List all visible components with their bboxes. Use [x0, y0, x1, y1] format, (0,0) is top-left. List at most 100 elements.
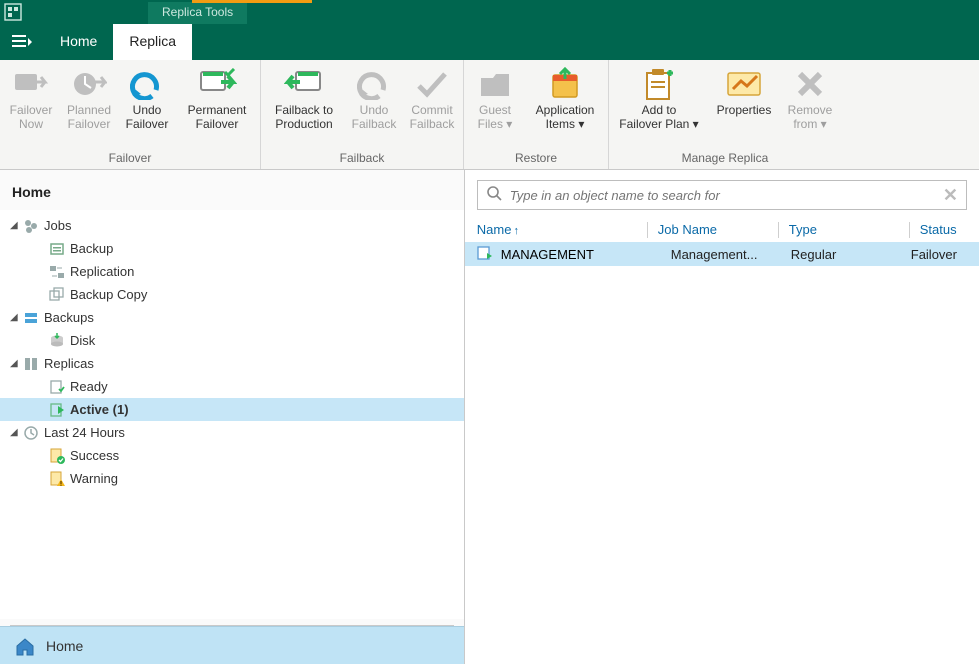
tree-node-backup[interactable]: Backup — [0, 237, 464, 260]
planned-failover-icon — [69, 64, 109, 104]
nav-footer-label: Home — [46, 638, 83, 654]
commit-failback-icon — [412, 64, 452, 104]
main-tab-bar: Home Replica — [0, 24, 979, 60]
tree-label: Backup — [70, 241, 113, 256]
permanent-failover-icon — [197, 64, 237, 104]
failback-to-production-icon — [284, 64, 324, 104]
tree-label: Jobs — [44, 218, 71, 233]
search-input[interactable] — [510, 188, 935, 203]
chevron-down-icon: ◢ — [10, 358, 22, 369]
title-bar: Replica Tools — [0, 0, 979, 24]
backup-icon — [48, 240, 66, 258]
add-to-failover-plan-icon — [639, 64, 679, 104]
tree-label: Active (1) — [70, 402, 129, 417]
properties-icon — [724, 64, 764, 104]
clear-search-button[interactable]: ✕ — [943, 185, 958, 206]
accent-strip — [192, 0, 312, 3]
ribbon-group-manage-replica: Add toFailover Plan ▾ Properties Removef… — [609, 60, 841, 169]
tree-label: Success — [70, 448, 119, 463]
tree-node-backups[interactable]: ◢ Backups — [0, 306, 464, 329]
left-pane: Home ◢ Jobs Backup Replication Backup Co… — [0, 170, 465, 664]
col-type[interactable]: Type — [789, 222, 909, 238]
tab-replica[interactable]: Replica — [113, 24, 192, 60]
tree-node-replicas[interactable]: ◢ Replicas — [0, 352, 464, 375]
remove-from-icon — [790, 64, 830, 104]
col-job-name[interactable]: Job Name — [658, 222, 778, 238]
cell-job: Management... — [671, 247, 791, 262]
undo-failback-icon — [354, 64, 394, 104]
undo-failover-icon — [127, 64, 167, 104]
cell-type: Regular — [791, 247, 911, 262]
tree-label: Disk — [70, 333, 95, 348]
nav-tree: ◢ Jobs Backup Replication Backup Copy ◢ … — [0, 210, 464, 619]
col-name[interactable]: Name↑ — [477, 222, 647, 238]
ribbon-group-label: Manage Replica — [682, 151, 769, 167]
planned-failover-button[interactable]: PlannedFailover — [64, 64, 114, 134]
tree-node-success[interactable]: Success — [0, 444, 464, 467]
guest-files-button[interactable]: GuestFiles ▾ — [470, 64, 520, 134]
cell-name: MANAGEMENT — [501, 247, 671, 262]
ribbon-group-label: Failback — [340, 151, 385, 167]
tree-label: Backups — [44, 310, 94, 325]
left-pane-header: Home — [0, 170, 464, 210]
tree-node-warning[interactable]: Warning — [0, 467, 464, 490]
grid-header: Name↑ Job Name Type Status — [465, 216, 979, 242]
backup-copy-icon — [48, 286, 66, 304]
remove-from-button[interactable]: Removefrom ▾ — [785, 64, 835, 134]
grid-row[interactable]: MANAGEMENT Management... Regular Failove… — [465, 242, 979, 266]
disk-icon — [48, 332, 66, 350]
application-items-button[interactable]: ApplicationItems ▾ — [528, 64, 602, 134]
ribbon-group-restore: GuestFiles ▾ ApplicationItems ▾ Restore — [464, 60, 609, 169]
nav-footer-home[interactable]: Home — [0, 626, 464, 664]
tree-node-last24[interactable]: ◢ Last 24 Hours — [0, 421, 464, 444]
tree-label: Backup Copy — [70, 287, 147, 302]
body: Home ◢ Jobs Backup Replication Backup Co… — [0, 170, 979, 664]
failover-now-icon — [11, 64, 51, 104]
contextual-tab-label: Replica Tools — [148, 2, 247, 24]
replicas-icon — [22, 355, 40, 373]
tree-label: Replicas — [44, 356, 94, 371]
ribbon-group-label: Failover — [109, 151, 152, 167]
chevron-down-icon: ◢ — [10, 427, 22, 438]
search-box: ✕ — [477, 180, 967, 210]
app-menu-button[interactable] — [0, 24, 44, 60]
ready-icon — [48, 378, 66, 396]
tree-node-active[interactable]: Active (1) — [0, 398, 464, 421]
add-to-failover-plan-button[interactable]: Add toFailover Plan ▾ — [615, 64, 703, 134]
search-icon — [486, 185, 502, 206]
app-icon — [0, 0, 26, 24]
failback-to-production-button[interactable]: Failback toProduction — [267, 64, 341, 134]
tree-label: Warning — [70, 471, 118, 486]
success-icon — [48, 447, 66, 465]
undo-failover-button[interactable]: UndoFailover — [122, 64, 172, 134]
home-icon — [14, 635, 36, 657]
permanent-failover-button[interactable]: PermanentFailover — [180, 64, 254, 134]
replication-icon — [48, 263, 66, 281]
jobs-icon — [22, 217, 40, 235]
application-items-icon — [545, 64, 585, 104]
vm-icon — [477, 245, 495, 263]
tree-node-jobs[interactable]: ◢ Jobs — [0, 214, 464, 237]
undo-failback-button[interactable]: UndoFailback — [349, 64, 399, 134]
right-pane: ✕ Name↑ Job Name Type Status MANAGEMENT … — [465, 170, 979, 664]
ribbon-group-failover: FailoverNow PlannedFailover UndoFailover… — [0, 60, 261, 169]
cell-status: Failover — [911, 247, 967, 262]
properties-button[interactable]: Properties — [711, 64, 777, 134]
ribbon-group-failback: Failback toProduction UndoFailback Commi… — [261, 60, 464, 169]
tree-node-replication[interactable]: Replication — [0, 260, 464, 283]
tree-node-disk[interactable]: Disk — [0, 329, 464, 352]
chevron-down-icon: ◢ — [10, 312, 22, 323]
tab-home[interactable]: Home — [44, 24, 113, 60]
failover-now-button[interactable]: FailoverNow — [6, 64, 56, 134]
tree-label: Replication — [70, 264, 134, 279]
commit-failback-button[interactable]: CommitFailback — [407, 64, 457, 134]
chevron-down-icon: ◢ — [10, 220, 22, 231]
backups-icon — [22, 309, 40, 327]
col-status[interactable]: Status — [920, 222, 967, 238]
tree-label: Last 24 Hours — [44, 425, 125, 440]
ribbon-group-label: Restore — [515, 151, 557, 167]
tree-node-ready[interactable]: Ready — [0, 375, 464, 398]
tree-label: Ready — [70, 379, 108, 394]
last24-icon — [22, 424, 40, 442]
tree-node-backup-copy[interactable]: Backup Copy — [0, 283, 464, 306]
